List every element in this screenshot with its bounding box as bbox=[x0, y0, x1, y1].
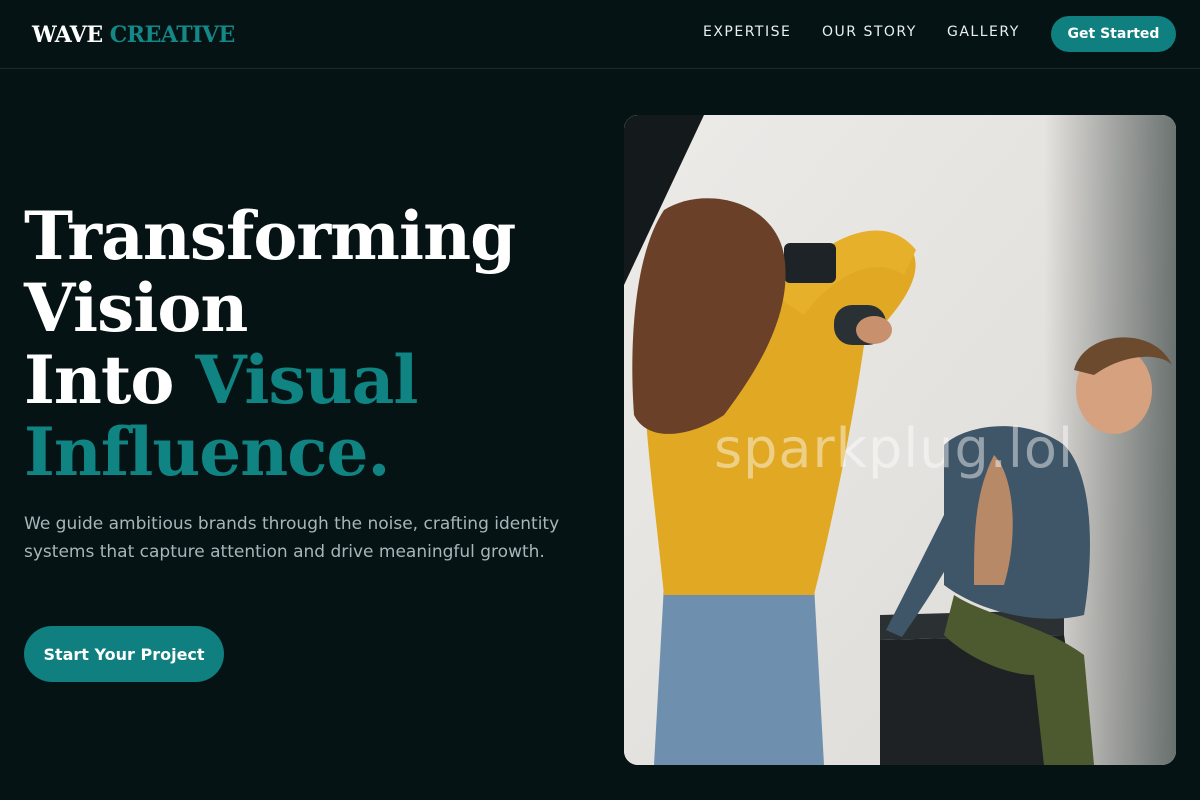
nav-link-expertise[interactable]: EXPERTISE bbox=[703, 23, 791, 41]
get-started-button[interactable]: Get Started bbox=[1051, 16, 1176, 52]
hero-title-accent-visual: Visual bbox=[195, 341, 418, 419]
hero-subtitle: We guide ambitious brands through the no… bbox=[24, 514, 560, 562]
image-watermark: sparkplug.lol bbox=[714, 417, 1074, 480]
nav-link-gallery[interactable]: GALLERY bbox=[947, 23, 1020, 41]
nav-link-our-story[interactable]: OUR STORY bbox=[822, 23, 917, 41]
hero-photo: sparkplug.lol bbox=[624, 115, 1176, 765]
logo-wordmark-primary: WAVE bbox=[32, 22, 103, 48]
hero-title-line-2: Vision bbox=[24, 269, 248, 347]
site-header: WAVE CREATIVE EXPERTISE OUR STORY GALLER… bbox=[0, 0, 1200, 69]
hero-title-word-into: Into bbox=[24, 341, 174, 419]
hero-title: Transforming Vision Into Visual Influenc… bbox=[24, 197, 516, 491]
brand-logo[interactable]: WAVE CREATIVE bbox=[32, 20, 235, 50]
hero-title-accent-influence: Influence. bbox=[24, 413, 390, 491]
hero-title-line-3: Into Visual bbox=[24, 344, 515, 416]
hero-title-line-1: Transforming bbox=[24, 197, 516, 275]
logo-wordmark-accent: CREATIVE bbox=[109, 22, 235, 48]
start-project-button[interactable]: Start Your Project bbox=[24, 626, 224, 682]
